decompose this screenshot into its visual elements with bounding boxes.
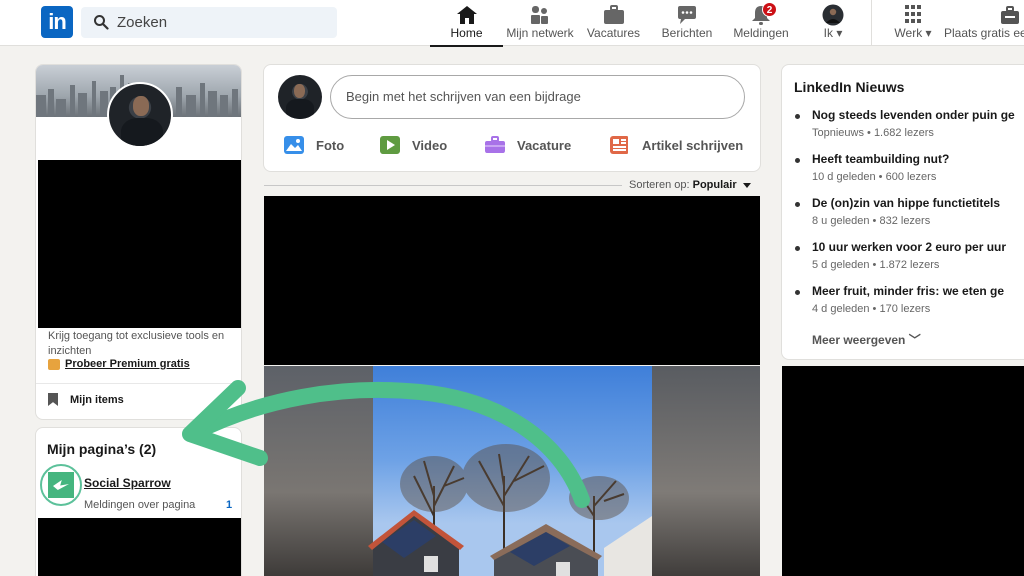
photo-icon [284, 136, 304, 154]
post-composer: Begin met het schrijven van een bijdrage… [263, 64, 761, 172]
social-sparrow-logo[interactable] [40, 464, 82, 506]
home-icon [456, 6, 477, 24]
page-name-link[interactable]: Social Sparrow [84, 476, 171, 490]
nav-post-job[interactable]: Plaats gratis ee [944, 0, 1024, 46]
linkedin-news-card: LinkedIn Nieuws Nog steeds levenden onde… [781, 64, 1024, 360]
bookmark-icon [48, 393, 58, 406]
search-placeholder: Zoeken [117, 14, 168, 31]
search-input[interactable]: Zoeken [81, 7, 337, 38]
nav-post-job-label: Plaats gratis ee [944, 26, 1024, 40]
top-navigation-bar: in Zoeken Home Mijn netwerk Vacatures Be… [0, 0, 1024, 47]
profile-card: Krijg toegang tot exclusieve tools en in… [35, 64, 242, 420]
nav-network-label: Mijn netwerk [506, 26, 574, 40]
my-items-link[interactable]: Mijn items [48, 393, 124, 406]
network-icon [531, 6, 548, 24]
premium-promo-text: Krijg toegang tot exclusieve tools en in… [48, 330, 225, 357]
search-icon [94, 15, 109, 30]
caret-down-icon [742, 182, 751, 188]
nav-notifications[interactable]: Meldingen [731, 0, 791, 46]
show-more-button[interactable]: Meer weergeven ﹀ [812, 331, 921, 348]
composer-avatar [278, 75, 322, 119]
briefcase-icon [603, 5, 624, 24]
nav-divider [871, 0, 872, 46]
my-pages-title: Mijn pagina’s (2) [47, 441, 157, 457]
redacted-ad-block [782, 366, 1024, 576]
start-post-placeholder: Begin met het schrijven van een bijdrage [346, 89, 581, 104]
chevron-down-icon: ▾ [836, 26, 843, 40]
news-title: LinkedIn Nieuws [794, 79, 905, 95]
nav-jobs[interactable]: Vacatures [582, 0, 645, 46]
job-post-icon [1001, 6, 1019, 24]
chevron-down-icon: ▾ [925, 26, 932, 40]
feed-post-photo[interactable] [264, 366, 760, 576]
my-pages-card: Mijn pagina’s (2) Social Sparrow Melding… [35, 427, 242, 576]
nav-work-label: Werk ▾ [894, 26, 932, 40]
nav-home[interactable]: Home [430, 0, 503, 47]
premium-link[interactable]: Probeer Premium gratis [48, 358, 190, 370]
nav-messaging-label: Berichten [661, 26, 713, 40]
article-icon [610, 136, 628, 154]
nav-jobs-label: Vacatures [586, 26, 641, 40]
nav-home-label: Home [450, 26, 483, 40]
nav-network[interactable]: Mijn netwerk [503, 0, 577, 46]
profile-avatar[interactable] [107, 82, 173, 148]
grid-icon [905, 5, 921, 23]
redacted-feed-block [264, 196, 760, 365]
redacted-profile-block [38, 160, 241, 328]
sort-dropdown[interactable]: Sorteren op: Populair [629, 179, 751, 191]
start-post-input[interactable]: Begin met het schrijven van een bijdrage [330, 75, 745, 119]
sort-divider [264, 185, 622, 186]
nav-notifications-label: Meldingen [733, 26, 789, 40]
page-notifications-count: 1 [226, 499, 233, 511]
page-notifications-label[interactable]: Meldingen over pagina [84, 499, 195, 511]
nav-messaging[interactable]: Berichten [658, 0, 716, 46]
video-icon [380, 136, 400, 154]
nav-work[interactable]: Werk ▾ [887, 0, 939, 46]
nav-me[interactable]: Ik ▾ [812, 0, 854, 46]
notification-badge: 2 [762, 2, 777, 17]
nav-me-label: Ik ▾ [823, 26, 843, 40]
premium-icon [48, 359, 60, 370]
redacted-block [38, 518, 241, 576]
me-avatar [822, 4, 844, 26]
chevron-down-icon: ﹀ [908, 333, 921, 347]
divider [36, 383, 241, 384]
linkedin-logo[interactable]: in [41, 6, 73, 38]
messaging-icon [678, 6, 696, 24]
briefcase-icon [485, 136, 505, 153]
houses-photo-graphic [368, 444, 652, 576]
